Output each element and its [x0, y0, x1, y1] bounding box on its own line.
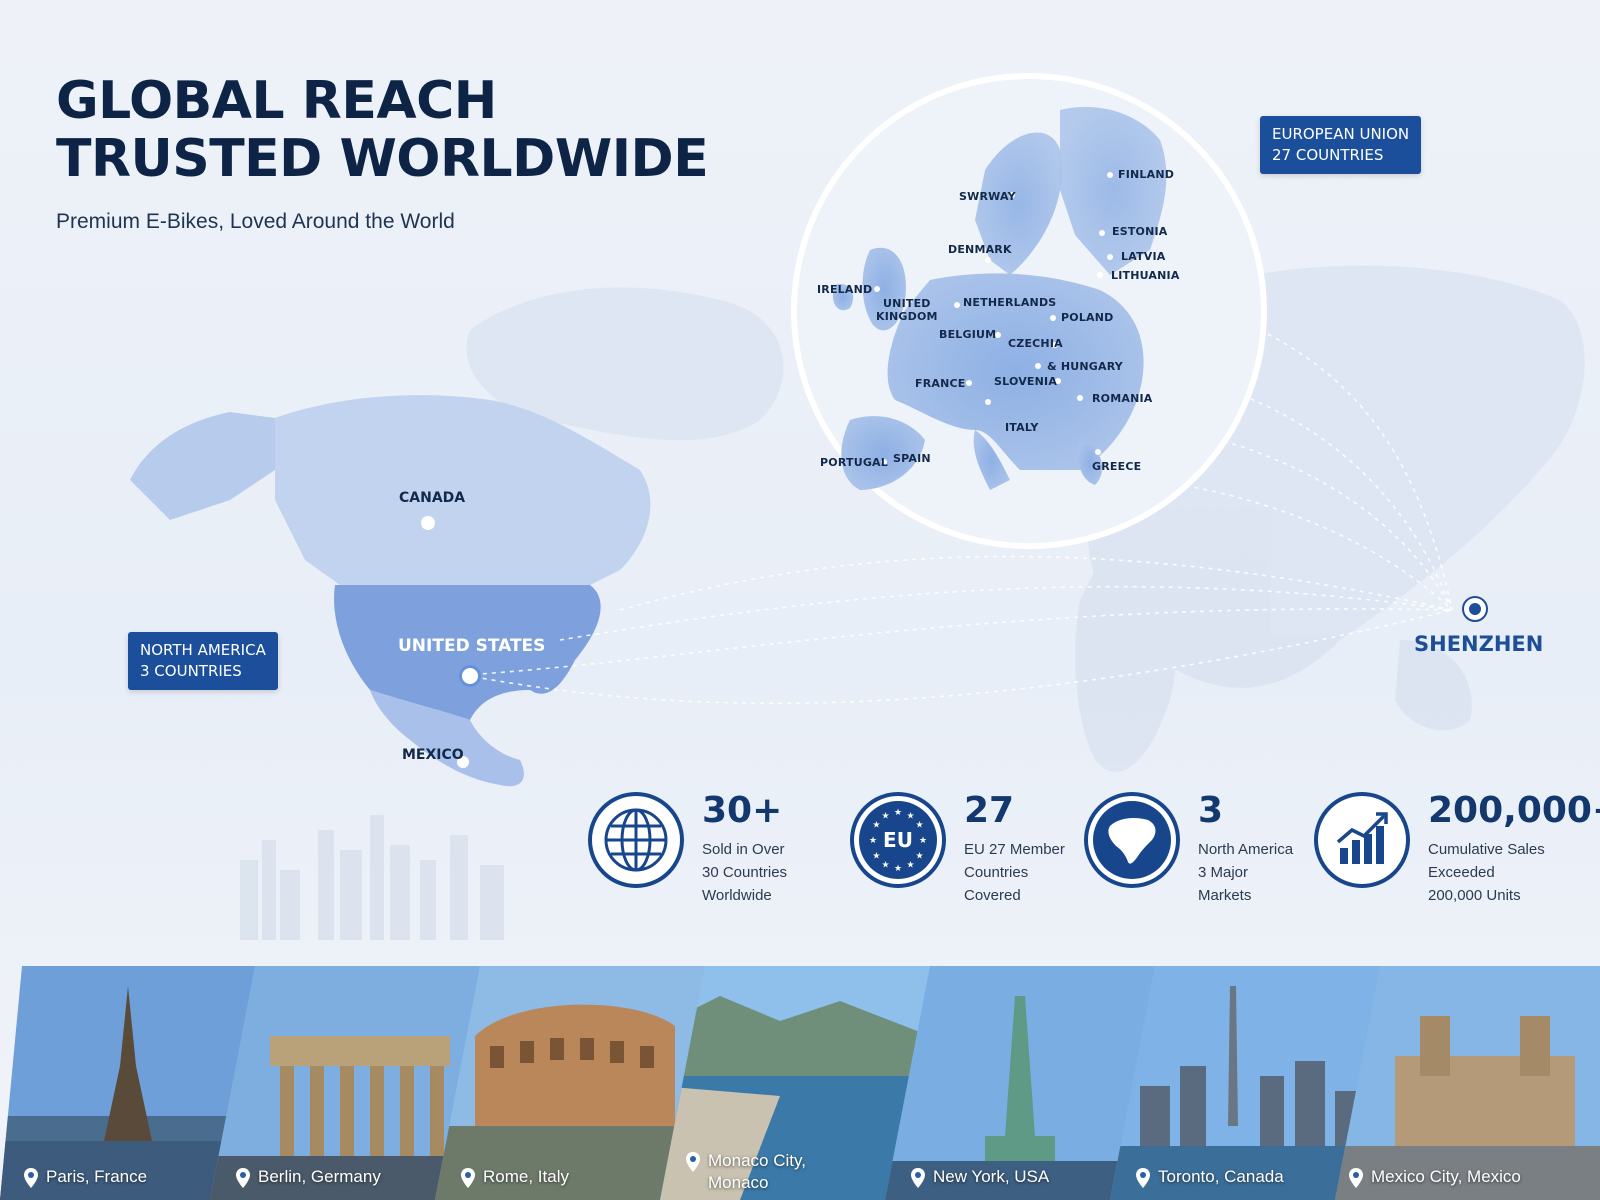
eu-region-badge: EUROPEAN UNION 27 COUNTRIES	[1260, 116, 1422, 174]
city-card-monaco: Monaco City, Monaco	[660, 966, 930, 1200]
page-title-line-1: GLOBAL REACH	[56, 71, 497, 131]
label-uk-line-2: KINGDOM	[876, 310, 938, 323]
growth-chart-icon	[1314, 792, 1410, 888]
label-ireland: IRELAND	[817, 283, 873, 296]
map-pin-icon	[24, 1168, 38, 1188]
city-card-rome: Rome, Italy	[435, 966, 705, 1200]
label-spain: SPAIN	[893, 452, 931, 465]
city-card-toronto: Toronto, Canada	[1110, 966, 1380, 1200]
map-pin-icon	[236, 1168, 250, 1188]
label-mexico: MEXICO	[402, 747, 464, 763]
map-pin-icon	[911, 1168, 925, 1188]
label-united-kingdom: UNITED KINGDOM	[876, 297, 938, 323]
label-hungary: & HUNGARY	[1047, 360, 1123, 373]
svg-text:★: ★	[881, 811, 889, 821]
label-uk-line-1: UNITED	[883, 297, 931, 310]
north-america-icon	[1084, 792, 1180, 888]
city-card-new-york: New York, USA	[885, 966, 1155, 1200]
city-card-mexico-city: Mexico City, Mexico	[1335, 966, 1600, 1200]
label-portugal: PORTUGAL	[820, 456, 888, 469]
city-caption: Paris, France	[24, 1166, 147, 1188]
label-italy: ITALY	[1005, 421, 1039, 434]
rome-photo	[435, 966, 705, 1200]
svg-text:★: ★	[894, 808, 902, 818]
berlin-photo	[210, 966, 480, 1200]
label-france: FRANCE	[915, 377, 966, 390]
city-caption: Monaco City, Monaco	[686, 1150, 806, 1194]
map-pin-icon	[1136, 1168, 1150, 1188]
page-title-line-2: TRUSTED WORLDWIDE	[56, 129, 709, 189]
na-region-count: 3 COUNTRIES	[140, 662, 242, 680]
label-denmark: DENMARK	[948, 243, 1012, 256]
toronto-photo	[1110, 966, 1380, 1200]
skyline-silhouette	[240, 815, 504, 940]
city-photo-strip: Paris, France Berlin, Germany Rome, Ital…	[0, 966, 1600, 1200]
stat-description: EU 27 Member Countries Covered	[964, 841, 1065, 904]
label-romania: ROMANIA	[1092, 392, 1153, 405]
city-caption: Rome, Italy	[461, 1166, 569, 1188]
svg-text:★: ★	[894, 864, 902, 874]
stat-value: 3	[1198, 790, 1224, 831]
globe-icon	[588, 792, 684, 888]
label-lithuania: LITHUANIA	[1111, 269, 1180, 282]
north-america-region-badge: NORTH AMERICA 3 COUNTRIES	[128, 632, 278, 690]
map-pin-icon	[686, 1152, 700, 1172]
label-czechia: CZECHIA	[1008, 337, 1063, 350]
label-united-states: UNITED STATES	[398, 636, 546, 656]
label-swrway: SWRWAY	[959, 190, 1016, 203]
stat-value: 200,000+	[1428, 790, 1600, 831]
page-subtitle: Premium E-Bikes, Loved Around the World	[56, 210, 455, 233]
city-caption: Berlin, Germany	[236, 1166, 381, 1188]
city-caption: Toronto, Canada	[1136, 1166, 1284, 1188]
eu-region-name: EUROPEAN UNION	[1272, 125, 1410, 143]
title-block: GLOBAL REACH TRUSTED WORLDWIDE Premium E…	[56, 71, 709, 234]
svg-text:★: ★	[906, 861, 914, 871]
map-pin-icon	[1349, 1168, 1363, 1188]
city-caption: Mexico City, Mexico	[1349, 1166, 1521, 1188]
label-canada: CANADA	[399, 490, 466, 506]
label-estonia: ESTONIA	[1112, 225, 1168, 238]
label-shenzhen: SHENZHEN	[1414, 632, 1544, 656]
mexico-city-photo	[1335, 966, 1600, 1200]
canada-marker	[421, 516, 435, 530]
label-greece: GREECE	[1092, 460, 1142, 473]
north-america-shape	[130, 395, 651, 787]
label-netherlands: NETHERLANDS	[963, 296, 1057, 309]
city-card-berlin: Berlin, Germany	[210, 966, 480, 1200]
label-slovenia: SLOVENIA	[994, 375, 1058, 388]
stat-value: 27	[964, 790, 1015, 831]
map-pin-icon	[461, 1168, 475, 1188]
eu-icon-text: EU	[883, 828, 913, 852]
stat-description: North America 3 Major Markets	[1198, 841, 1294, 904]
stat-value: 30+	[702, 790, 783, 831]
label-latvia: LATVIA	[1121, 250, 1166, 263]
new-york-photo	[885, 966, 1155, 1200]
svg-text:★: ★	[906, 811, 914, 821]
label-poland: POLAND	[1061, 311, 1114, 324]
stat-description: Cumulative Sales Exceeded 200,000 Units	[1428, 841, 1545, 904]
stat-description: Sold in Over 30 Countries Worldwide	[702, 841, 788, 904]
label-belgium: BELGIUM	[939, 328, 997, 341]
svg-text:★: ★	[881, 861, 889, 871]
na-region-name: NORTH AMERICA	[140, 641, 266, 659]
label-finland: FINLAND	[1118, 168, 1175, 181]
city-caption: New York, USA	[911, 1166, 1049, 1188]
eu-region-count: 27 COUNTRIES	[1272, 146, 1384, 164]
